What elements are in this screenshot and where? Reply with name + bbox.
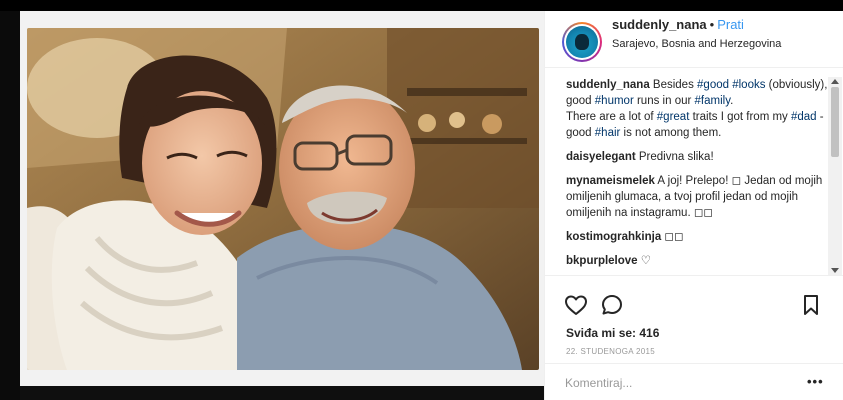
post-photo (27, 28, 539, 370)
comment-box: ••• (545, 363, 843, 400)
comments-list[interactable]: suddenly_nana Besides #good #looks (obvi… (566, 77, 828, 275)
comment-item: mynameismelek A joj! Prelepo! ◻ Jedan od… (566, 173, 828, 221)
hashtag-link[interactable]: #dad (791, 111, 817, 123)
comment-username[interactable]: bkpurplelove (566, 255, 638, 267)
hashtag-link[interactable]: #hair (595, 127, 621, 139)
speech-bubble-icon[interactable] (600, 293, 624, 317)
likes-count[interactable]: Sviđa mi se: 416 (566, 326, 659, 340)
avatar-image (566, 26, 598, 58)
caption-text: is not among them. (620, 127, 722, 139)
comment-input[interactable] (565, 374, 795, 392)
caption-text: traits I got from my (689, 111, 791, 123)
comments-scrollbar[interactable] (828, 77, 842, 275)
caption-username[interactable]: suddenly_nana (566, 79, 650, 91)
comment-item: bkpurplelove ♡ (566, 253, 828, 269)
scroll-up-arrow-icon[interactable] (831, 79, 839, 84)
caption-text: There are a lot of (566, 111, 657, 123)
comment-username[interactable]: mynameismelek (566, 175, 655, 187)
caption-text: runs in our (633, 95, 695, 107)
bookmark-icon[interactable] (799, 293, 823, 317)
heart-outline-icon[interactable] (564, 293, 588, 317)
post-date: 22. STUDENOGA 2015 (566, 347, 655, 356)
backdrop-overlay (0, 11, 20, 400)
backdrop-overlay-bottom (20, 386, 544, 400)
avatar-ring (564, 24, 600, 60)
comment-item: daisyelegant Predivna slika! (566, 149, 828, 165)
username-link[interactable]: suddenly_nana (612, 17, 707, 32)
scroll-thumb[interactable] (831, 87, 839, 157)
caption-text: Besides (649, 79, 698, 91)
comment-text: ♡ (637, 255, 652, 267)
top-bar (0, 0, 843, 11)
caption-text: . (730, 95, 734, 107)
follow-button[interactable]: Prati (717, 17, 744, 32)
comment-text: ◻◻ (661, 231, 684, 243)
hashtag-link[interactable]: #great (657, 111, 690, 123)
hashtag-link[interactable]: #looks (732, 79, 765, 91)
post-header: suddenly_nana • Prati Sarajevo, Bosnia and… (545, 11, 843, 68)
comment-text: Predivna slika! (635, 151, 714, 163)
hashtag-link[interactable]: #family (695, 95, 731, 107)
hashtag-link[interactable]: #humor (595, 95, 634, 107)
scroll-down-arrow-icon[interactable] (831, 268, 839, 273)
location-link[interactable]: Sarajevo, Bosnia and Herzegovina (612, 38, 781, 50)
username-row: suddenly_nana • Prati (612, 17, 744, 32)
more-options-icon[interactable]: ••• (807, 374, 824, 389)
hashtag-link[interactable]: #good (697, 79, 729, 91)
separator-dot: • (709, 17, 715, 32)
comment-username[interactable]: kostimograhkinja (566, 231, 661, 243)
caption: suddenly_nana Besides #good #looks (obvi… (566, 77, 828, 141)
comment-username[interactable]: daisyelegant (566, 151, 636, 163)
avatar[interactable] (562, 22, 602, 62)
post-details-panel: suddenly_nana • Prati Sarajevo, Bosnia and… (544, 11, 843, 400)
post-actions: Sviđa mi se: 416 22. STUDENOGA 2015 ••• (545, 275, 843, 400)
comment-item: kostimograhkinja ◻◻ (566, 229, 828, 245)
